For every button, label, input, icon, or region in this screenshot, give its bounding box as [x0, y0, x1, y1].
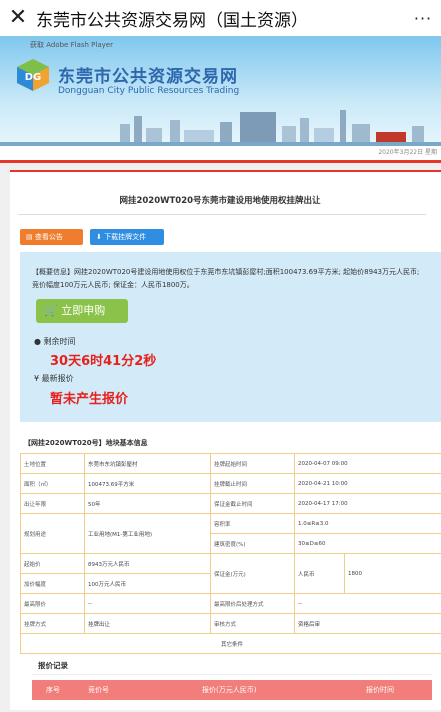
- table-value: 2020-04-21 10:00: [295, 474, 441, 494]
- column-header: 序号: [46, 680, 60, 700]
- table-value: 30≤D≤60: [295, 534, 441, 554]
- date-bar: 2020年3月22日 星期: [0, 146, 441, 160]
- table-value: 资格后审: [295, 614, 441, 634]
- table-row: 起始价 8943万元人民币 保证金(万元) 人民币 1800: [21, 554, 441, 574]
- browser-topbar: ✕ 东莞市公共资源交易网（国土资源） ···: [0, 0, 441, 36]
- land-info-table: 土地位置 东莞市东坑镇彭屋村 挂牌起始时间 2020-04-07 09:00 面…: [20, 453, 441, 654]
- table-row: 规划用途 工业用地(M1-第工业用地) 容积率 1.0≤R≤3.0: [21, 514, 441, 534]
- column-header: 报价时间: [366, 680, 394, 700]
- countdown-label: ● 剩余时间: [34, 336, 76, 347]
- countdown-value: 30天6时41分2秒: [50, 350, 156, 369]
- table-value: 50年: [85, 494, 211, 514]
- flash-player-link[interactable]: 获取 Adobe Flash Player: [30, 40, 113, 50]
- bid-records-title: 报价记录: [38, 660, 68, 671]
- table-key: 审核方式: [211, 614, 295, 634]
- table-value: 东莞市东坑镇彭屋村: [85, 454, 211, 474]
- table-value: --: [85, 594, 211, 614]
- close-icon[interactable]: ✕: [0, 0, 36, 36]
- summary-text: 【概要信息】网挂2020WT020号建设用地使用权位于东莞市东坑镇彭屋村;面积1…: [32, 266, 428, 292]
- table-value: 100473.69平方米: [85, 474, 211, 494]
- column-header: 竞价号: [88, 680, 109, 700]
- table-row: 出让年限 50年 保证金截止时间 2020-04-17 17:00: [21, 494, 441, 514]
- download-file-button[interactable]: ⬇ 下载挂牌文件: [90, 229, 164, 245]
- document-icon: ▤: [26, 233, 35, 241]
- bid-table-header: 序号 竞价号 报价(万元人民币) 报价时间: [32, 680, 432, 700]
- apply-label: 立即申购: [61, 304, 105, 317]
- table-value: 1.0≤R≤3.0: [295, 514, 441, 534]
- section-title: 【网挂2020WT020号】地块基本信息: [24, 438, 148, 448]
- table-value: 人民币: [295, 554, 345, 594]
- table-key: 挂牌起始时间: [211, 454, 295, 474]
- table-key: 出让年限: [21, 494, 85, 514]
- table-value: 其它条件: [21, 634, 441, 654]
- site-title: 东莞市公共资源交易网: [58, 62, 238, 87]
- table-row: 其它条件: [21, 634, 441, 654]
- table-key: 保证金(万元): [211, 554, 295, 594]
- download-icon: ⬇: [96, 233, 104, 241]
- yen-icon: ¥: [34, 374, 42, 383]
- table-key: 加价幅度: [21, 574, 85, 594]
- table-key: 最高限价后处理方式: [211, 594, 295, 614]
- table-key: 保证金截止时间: [211, 494, 295, 514]
- clock-icon: ●: [34, 337, 44, 346]
- table-key: 挂牌方式: [21, 614, 85, 634]
- latest-price-label: ¥ 最新报价: [34, 373, 74, 384]
- table-value: --: [295, 594, 441, 614]
- table-key: 建筑密度(%): [211, 534, 295, 554]
- table-row: 土地位置 东莞市东坑镇彭屋村 挂牌起始时间 2020-04-07 09:00: [21, 454, 441, 474]
- table-value: 8943万元人民币: [85, 554, 211, 574]
- bid-records: 报价记录 序号 竞价号 报价(万元人民币) 报价时间: [20, 652, 441, 712]
- view-notice-label: 查看公告: [35, 233, 63, 241]
- download-file-label: 下载挂牌文件: [104, 233, 146, 241]
- table-key: 土地位置: [21, 454, 85, 474]
- site-banner: 获取 Adobe Flash Player DG 东莞市公共资源交易网 Dong…: [0, 36, 441, 146]
- site-subtitle: Dongguan City Public Resources Trading: [58, 86, 239, 96]
- table-key: 容积率: [211, 514, 295, 534]
- table-key: 规划用途: [21, 514, 85, 554]
- table-key: 起始价: [21, 554, 85, 574]
- table-value: 工业用地(M1-第工业用地): [85, 514, 211, 554]
- divider: [0, 160, 441, 163]
- column-header: 报价(万元人民币): [202, 680, 256, 700]
- latest-price-value: 暂未产生报价: [50, 388, 128, 407]
- apply-button[interactable]: 🛒 立即申购: [36, 299, 128, 323]
- table-value: 挂牌出让: [85, 614, 211, 634]
- summary-panel: 【概要信息】网挂2020WT020号建设用地使用权位于东莞市东坑镇彭屋村;面积1…: [20, 252, 441, 422]
- city-skyline-icon: [0, 106, 441, 146]
- page-title-bar: 东莞市公共资源交易网（国土资源）: [36, 6, 405, 31]
- content-card: 网挂2020WT020号东莞市建设用地使用权挂牌出让 ▤ 查看公告 ⬇ 下载挂牌…: [10, 170, 441, 710]
- table-row: 挂牌方式 挂牌出让 审核方式 资格后审: [21, 614, 441, 634]
- svg-text:DG: DG: [25, 72, 42, 83]
- cart-icon: 🛒: [44, 304, 61, 317]
- divider: [32, 674, 432, 675]
- latest-price-label-text: 最新报价: [42, 374, 74, 383]
- table-value: 100万元人民币: [85, 574, 211, 594]
- table-value: 2020-04-07 09:00: [295, 454, 441, 474]
- table-key: 面积（㎡）: [21, 474, 85, 494]
- table-row: 面积（㎡） 100473.69平方米 挂牌截止时间 2020-04-21 10:…: [21, 474, 441, 494]
- listing-title: 网挂2020WT020号东莞市建设用地使用权挂牌出让: [10, 194, 430, 206]
- table-value: 2020-04-17 17:00: [295, 494, 441, 514]
- more-icon[interactable]: ···: [405, 9, 441, 28]
- table-row: 最高限价 -- 最高限价后处理方式 --: [21, 594, 441, 614]
- view-notice-button[interactable]: ▤ 查看公告: [20, 229, 83, 245]
- countdown-label-text: 剩余时间: [44, 337, 76, 346]
- divider: [18, 214, 426, 215]
- table-value: 1800: [345, 554, 441, 594]
- table-key: 最高限价: [21, 594, 85, 614]
- table-key: 挂牌截止时间: [211, 474, 295, 494]
- site-logo-icon: DG: [16, 58, 50, 92]
